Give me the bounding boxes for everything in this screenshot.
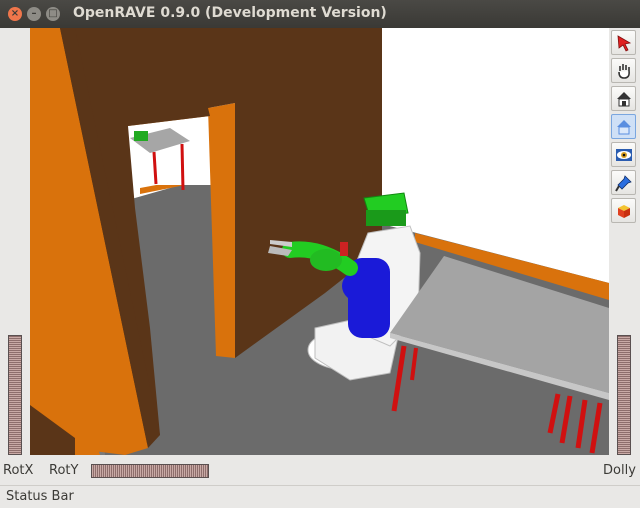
view-all-button[interactable] — [611, 142, 636, 167]
roty-label: RotY — [49, 463, 79, 478]
home-view-icon — [616, 91, 631, 106]
scene-render — [30, 28, 609, 455]
dolly-thumbwheel[interactable] — [617, 335, 631, 455]
view-all-eye-icon — [615, 148, 632, 161]
seek-flashlight-icon — [614, 174, 632, 192]
close-window-button[interactable]: × — [8, 7, 22, 21]
3d-viewport[interactable] — [30, 28, 609, 455]
maximize-icon: □ — [48, 8, 58, 19]
perspective-toggle-button[interactable] — [611, 198, 636, 223]
minimize-icon: – — [31, 8, 37, 19]
window-title: OpenRAVE 0.9.0 (Development Version) — [73, 5, 387, 21]
status-text: Status Bar — [6, 489, 74, 504]
minimize-window-button[interactable]: – — [27, 7, 41, 21]
rotx-label: RotX — [3, 463, 34, 478]
rotx-thumbwheel[interactable] — [8, 335, 22, 455]
select-arrow-icon — [617, 34, 631, 52]
set-home-icon — [616, 119, 631, 134]
status-bar: Status Bar — [0, 485, 640, 508]
maximize-window-button[interactable]: □ — [46, 7, 60, 21]
select-tool-button[interactable] — [611, 30, 636, 55]
viewer-toolbar — [611, 30, 638, 226]
set-home-button[interactable] — [611, 114, 636, 139]
home-view-button[interactable] — [611, 86, 636, 111]
dolly-label: Dolly — [603, 463, 636, 478]
pan-tool-button[interactable] — [611, 58, 636, 83]
title-bar: × – □ OpenRAVE 0.9.0 (Development Versio… — [0, 0, 640, 28]
close-icon: × — [10, 8, 20, 19]
roty-thumbwheel[interactable] — [91, 464, 209, 478]
seek-button[interactable] — [611, 170, 636, 195]
pan-hand-icon — [617, 63, 630, 79]
perspective-cube-icon — [617, 204, 630, 218]
